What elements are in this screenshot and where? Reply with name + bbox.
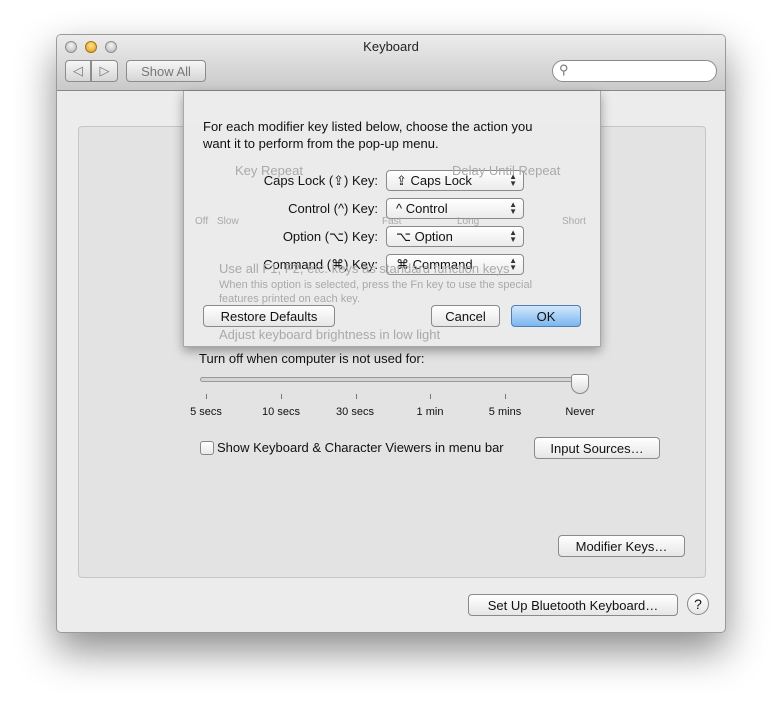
command-label: Command (⌘) Key: (263, 257, 378, 272)
viewers-checkbox[interactable] (200, 441, 214, 455)
slider-tick (356, 394, 357, 399)
command-popup[interactable]: ⌘ Command ▲ ▼ (386, 254, 524, 275)
slider-tick (505, 394, 506, 399)
caps-lock-label: Caps Lock (⇪) Key: (263, 173, 378, 188)
sheet-instructions: want it to perform from the pop-up menu. (203, 136, 439, 151)
popup-value: ⇪ Caps Lock (396, 172, 472, 188)
updown-arrows-icon: ▲ ▼ (509, 172, 517, 188)
show-all-button[interactable]: Show All (126, 60, 206, 82)
toolbar: Keyboard ◁ ▷ Show All ⚲ (57, 35, 725, 91)
back-button[interactable]: ◁ (65, 60, 91, 82)
slider-thumb[interactable] (571, 374, 589, 394)
slider-tick (430, 394, 431, 399)
modifier-keys-sheet: For each modifier key listed below, choo… (183, 91, 601, 347)
viewers-label: Show Keyboard & Character Viewers in men… (217, 440, 504, 455)
forward-button[interactable]: ▷ (91, 60, 118, 82)
control-popup[interactable]: ^ Control ▲ ▼ (386, 198, 524, 219)
tick-label: Never (565, 406, 595, 418)
restore-defaults-button[interactable]: Restore Defaults (203, 305, 335, 327)
tick-label: 30 secs (336, 406, 374, 418)
updown-arrows-icon: ▲ ▼ (509, 228, 517, 244)
option-popup[interactable]: ⌥ Option ▲ ▼ (386, 226, 524, 247)
ok-button[interactable]: OK (511, 305, 581, 327)
caps-lock-popup[interactable]: ⇪ Caps Lock ▲ ▼ (386, 170, 524, 191)
control-label: Control (^) Key: (288, 201, 378, 216)
search-input[interactable]: ⚲ (552, 60, 717, 82)
popup-value: ⌥ Option (396, 228, 453, 244)
forward-icon: ▷ (99, 63, 110, 78)
option-label: Option (⌥) Key: (282, 229, 378, 244)
window-title: Keyboard (363, 39, 419, 54)
slider-tick (206, 394, 207, 399)
updown-arrows-icon: ▲ ▼ (509, 256, 517, 272)
modifier-keys-button[interactable]: Modifier Keys… (558, 535, 685, 557)
search-icon: ⚲ (559, 62, 569, 77)
sheet-instructions: For each modifier key listed below, choo… (203, 119, 533, 134)
tick-label: 5 mins (488, 406, 522, 418)
updown-arrows-icon: ▲ ▼ (509, 200, 517, 216)
help-button[interactable]: ? (687, 593, 709, 615)
tick-label: 5 secs (190, 406, 222, 418)
popup-value: ^ Control (396, 201, 448, 216)
turn-off-label: Turn off when computer is not used for: (199, 351, 425, 366)
cancel-button[interactable]: Cancel (431, 305, 500, 327)
tick-label: 1 min (416, 406, 444, 418)
turn-off-slider[interactable] (200, 377, 588, 382)
bluetooth-keyboard-button[interactable]: Set Up Bluetooth Keyboard… (468, 594, 678, 616)
keyboard-window: Keyboard ◁ ▷ Show All ⚲ For each modifie… (56, 34, 726, 633)
popup-value: ⌘ Command (396, 256, 473, 272)
slider-tick (281, 394, 282, 399)
back-icon: ◁ (73, 63, 83, 78)
tick-label: 10 secs (262, 406, 300, 418)
input-sources-button[interactable]: Input Sources… (534, 437, 660, 459)
